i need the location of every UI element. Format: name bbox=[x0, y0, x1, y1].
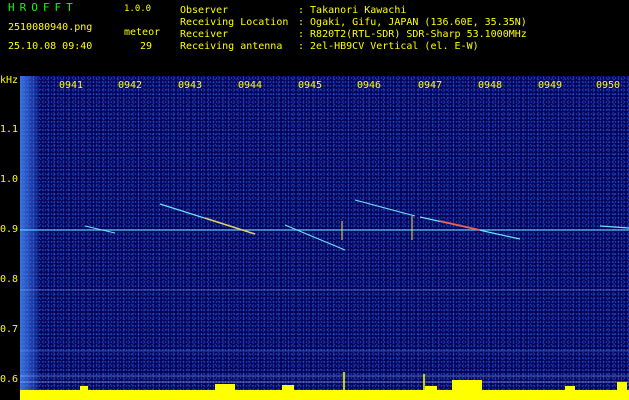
x-tick-label: 0946 bbox=[357, 80, 382, 91]
x-tick-label: 0948 bbox=[478, 80, 503, 91]
x-tick-label: 0945 bbox=[298, 80, 323, 91]
info-value-antenna: : 2el-HB9CV Vertical (el. E-W) bbox=[298, 41, 479, 52]
x-tick-label: 0943 bbox=[178, 80, 203, 91]
y-tick-label: 0.9 bbox=[0, 224, 19, 235]
meteor-echo bbox=[439, 220, 481, 231]
y-tick-label: 1.1 bbox=[0, 124, 19, 135]
header-panel: HROFFT 1.0.0 2510080940.png 25.10.08 09:… bbox=[0, 0, 629, 76]
x-tick-label: 0942 bbox=[118, 80, 143, 91]
y-tick-label: 1.0 bbox=[0, 174, 19, 185]
meteor-echo bbox=[204, 217, 256, 235]
x-tick-label: 0950 bbox=[596, 80, 621, 91]
meteor-count: 29 bbox=[140, 41, 153, 52]
timestamp: 25.10.08 09:40 bbox=[8, 41, 93, 52]
spectrogram-area bbox=[20, 76, 629, 400]
meteor-echo bbox=[599, 225, 629, 229]
app-name: HROFFT bbox=[8, 1, 78, 14]
info-key-antenna: Receiving antenna bbox=[180, 41, 283, 52]
x-tick-label: 0941 bbox=[59, 80, 84, 91]
power-bar-peak bbox=[565, 386, 575, 400]
power-bar-peak bbox=[617, 382, 627, 400]
y-tick-label: 0.7 bbox=[0, 324, 19, 335]
y-axis-unit: kHz bbox=[0, 75, 19, 86]
x-tick-label: 0944 bbox=[238, 80, 263, 91]
power-bar-peak bbox=[425, 386, 437, 400]
meteor-echo bbox=[354, 199, 416, 217]
y-tick-label: 0.6 bbox=[0, 374, 19, 385]
power-bar-peak bbox=[452, 380, 482, 400]
file-name: 2510080940.png bbox=[8, 22, 93, 33]
app-version: 1.0.0 bbox=[124, 4, 152, 14]
x-tick-label: 0949 bbox=[538, 80, 563, 91]
info-value-receiver: : R820T2(RTL-SDR) SDR-Sharp 53.1000MHz bbox=[298, 29, 527, 40]
info-key-location: Receiving Location bbox=[180, 17, 289, 28]
y-tick-label: 0.8 bbox=[0, 274, 19, 285]
power-bar-peak bbox=[80, 386, 88, 400]
x-tick-label: 0947 bbox=[418, 80, 443, 91]
spectrogram-traces bbox=[20, 199, 629, 400]
power-bar-peak bbox=[282, 385, 294, 400]
info-key-observer: Observer bbox=[180, 5, 229, 16]
power-bar bbox=[20, 390, 629, 400]
meteor-echo bbox=[284, 224, 346, 251]
meteor-label: meteor bbox=[124, 27, 161, 38]
info-value-observer: : Takanori Kawachi bbox=[298, 5, 407, 16]
power-bar-peak bbox=[215, 384, 235, 400]
info-key-receiver: Receiver bbox=[180, 29, 229, 40]
info-value-location: : Ogaki, Gifu, JAPAN (136.60E, 35.35N) bbox=[298, 17, 527, 28]
